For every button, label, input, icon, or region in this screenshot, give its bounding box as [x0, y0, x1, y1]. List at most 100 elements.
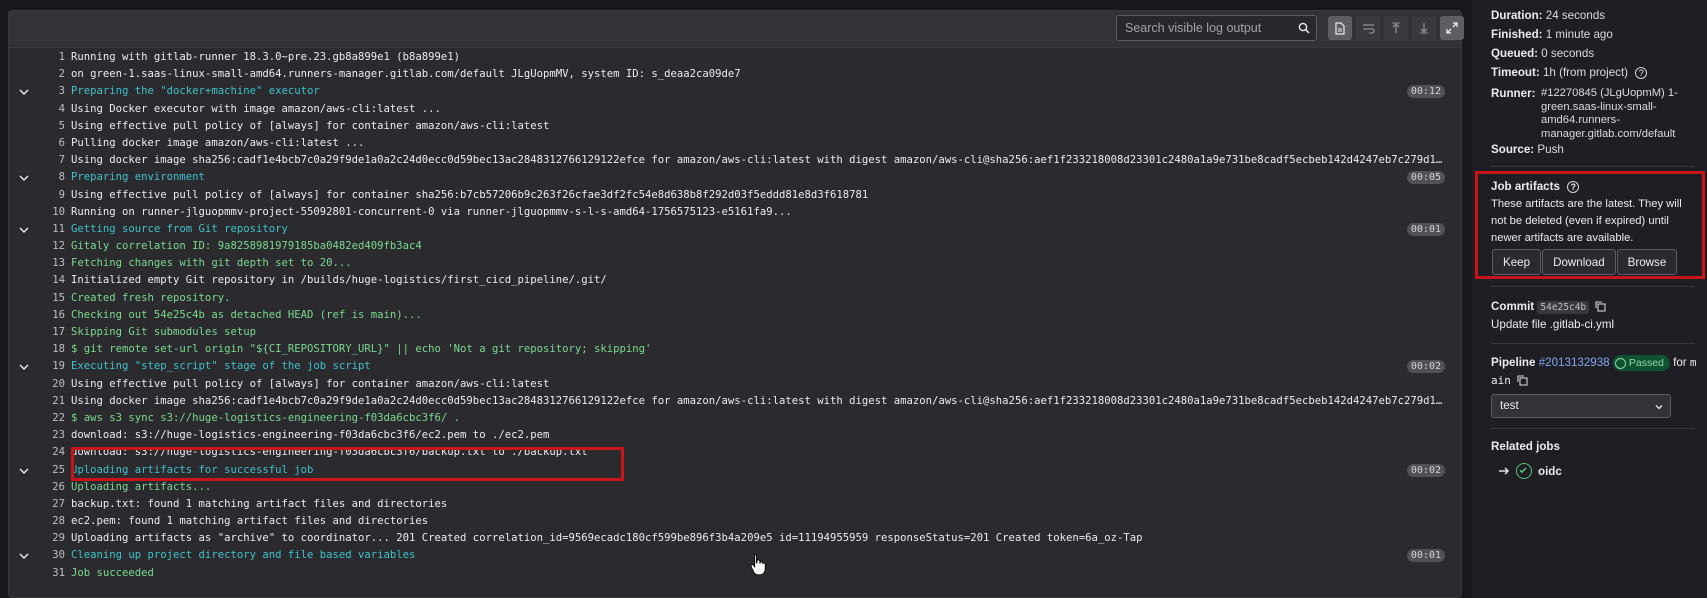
chevron-down-icon[interactable] [18, 173, 30, 183]
log-search-box[interactable] [1116, 15, 1306, 41]
runner-value: #12270845 (JLgUopmM) 1-green.saas-linux-… [1541, 87, 1678, 140]
log-line: 2 on green-1.saas-linux-small-amd64.runn… [9, 66, 1461, 83]
line-number[interactable]: 13 [31, 255, 65, 272]
line-number[interactable]: 19 [31, 358, 65, 375]
line-number[interactable]: 18 [31, 341, 65, 358]
line-number[interactable]: 12 [31, 238, 65, 255]
show-complete-raw-button[interactable] [1328, 16, 1352, 40]
wrap-lines-button[interactable] [1356, 16, 1380, 40]
job-artifacts-section: Job artifacts ? These artifacts are the … [1475, 171, 1705, 279]
line-number[interactable]: 1 [31, 49, 65, 66]
chevron-down-icon[interactable] [18, 87, 30, 97]
scroll-to-top-button[interactable] [1384, 16, 1408, 40]
status-badge[interactable]: Passed [1612, 355, 1670, 371]
fullscreen-button[interactable] [1440, 16, 1464, 40]
line-number[interactable]: 29 [31, 530, 65, 547]
check-circle-icon [1614, 357, 1626, 369]
line-number[interactable]: 31 [31, 565, 65, 582]
related-job-item[interactable]: oidc [1498, 463, 1562, 479]
log-line: 17 Skipping Git submodules setup [9, 324, 1461, 341]
pipeline-link[interactable]: #2013132938 [1539, 356, 1610, 369]
line-number[interactable]: 14 [31, 272, 65, 289]
arrow-right-icon [1499, 467, 1509, 475]
log-section-header[interactable]: 19 Executing "step_script" stage of the j… [9, 358, 1461, 375]
line-number[interactable]: 2 [31, 66, 65, 83]
line-number[interactable]: 25 [31, 462, 65, 479]
copy-icon[interactable] [1517, 375, 1528, 386]
chevron-down-icon[interactable] [18, 466, 30, 476]
line-number[interactable]: 11 [31, 221, 65, 238]
job-log-panel: 1 Running with gitlab-runner 18.3.0~pre.2… [8, 10, 1464, 598]
line-number[interactable]: 27 [31, 496, 65, 513]
line-number[interactable]: 3 [31, 83, 65, 100]
line-number[interactable]: 8 [31, 169, 65, 186]
line-number[interactable]: 22 [31, 410, 65, 427]
line-number[interactable]: 6 [31, 135, 65, 152]
log-line-text: Preparing environment [71, 171, 205, 184]
line-number[interactable]: 17 [31, 324, 65, 341]
log-line-text: Created fresh repository. [71, 291, 231, 304]
timeout-help-icon[interactable]: ? [1635, 66, 1648, 79]
related-job-name[interactable]: oidc [1538, 465, 1562, 478]
line-number[interactable]: 7 [31, 152, 65, 169]
log-line-text: download: s3://huge-logistics-engineerin… [71, 429, 550, 442]
runner-label-row: Runner: [1491, 86, 1535, 102]
log-line-text: Using Docker executor with image amazon/… [71, 102, 441, 115]
log-line: 28 ec2.pem: found 1 matching artifact fil… [9, 513, 1461, 530]
log-line-text: backup.txt: found 1 matching artifact fi… [71, 497, 448, 510]
browse-button[interactable]: Browse [1616, 249, 1678, 275]
duration-row: Duration: 24 seconds [1491, 8, 1605, 24]
log-line: 16 Checking out 54e25c4b as detached HEAD… [9, 307, 1461, 324]
line-number[interactable]: 28 [31, 513, 65, 530]
download-button[interactable]: Download [1542, 249, 1616, 275]
log-section-header[interactable]: 30 Cleaning up project directory and file… [9, 547, 1461, 564]
timeout-value: 1h (from project) [1542, 66, 1629, 79]
timeout-row: Timeout: 1h (from project) ? [1491, 65, 1648, 81]
log-section-header[interactable]: 25 Uploading artifacts for successful job… [9, 462, 1461, 479]
log-line: 29 Uploading artifacts as "archive" to co… [9, 530, 1461, 547]
finished-label: Finished: [1491, 28, 1543, 41]
log-line: 12 Gitaly correlation ID: 9a8258981979185… [9, 238, 1461, 255]
line-number[interactable]: 30 [31, 547, 65, 564]
branch-name-start[interactable]: m [1690, 356, 1697, 369]
log-line-text: Uploading artifacts... [71, 480, 212, 493]
finished-value: 1 minute ago [1545, 28, 1613, 41]
search-button[interactable] [1291, 15, 1317, 41]
section-duration-badge: 00:01 [1406, 549, 1445, 563]
copy-icon[interactable] [1595, 301, 1606, 312]
line-number[interactable]: 21 [31, 393, 65, 410]
line-number[interactable]: 10 [31, 204, 65, 221]
branch-name-end[interactable]: ain [1491, 374, 1511, 387]
artifacts-help-icon[interactable]: ? [1567, 180, 1580, 193]
line-number[interactable]: 5 [31, 118, 65, 135]
log-line: 27 backup.txt: found 1 matching artifact … [9, 496, 1461, 513]
line-number[interactable]: 20 [31, 376, 65, 393]
chevron-down-icon[interactable] [18, 362, 30, 372]
log-line: 4 Using Docker executor with image amazon… [9, 101, 1461, 118]
chevron-down-icon[interactable] [18, 551, 30, 561]
mouse-pointer-icon [750, 554, 766, 575]
line-number[interactable]: 24 [31, 444, 65, 461]
commit-sha[interactable]: 54e25c4b [1537, 301, 1590, 314]
log-search-input[interactable] [1125, 16, 1305, 40]
line-number[interactable]: 4 [31, 101, 65, 118]
queued-label: Queued: [1491, 47, 1539, 60]
line-number[interactable]: 9 [31, 187, 65, 204]
log-line: 1 Running with gitlab-runner 18.3.0~pre.2… [9, 49, 1461, 66]
line-number[interactable]: 16 [31, 307, 65, 324]
line-number[interactable]: 26 [31, 479, 65, 496]
for-text: for [1673, 356, 1687, 370]
log-line: 24 download: s3://huge-logistics-engineer… [9, 444, 1461, 461]
scroll-to-bottom-button[interactable] [1412, 16, 1436, 40]
log-section-header[interactable]: 8 Preparing environment 00:05 [9, 169, 1461, 186]
log-section-header[interactable]: 3 Preparing the "docker+machine" executor… [9, 83, 1461, 100]
log-section-header[interactable]: 11 Getting source from Git repository 00:0… [9, 221, 1461, 238]
line-number[interactable]: 15 [31, 290, 65, 307]
stage-select[interactable]: test [1491, 394, 1671, 418]
section-duration-badge: 00:12 [1406, 85, 1445, 99]
log-line-text: Initialized empty Git repository in /bui… [71, 274, 607, 287]
line-number[interactable]: 23 [31, 427, 65, 444]
keep-button[interactable]: Keep [1492, 249, 1542, 275]
commit-message[interactable]: Update file .gitlab-ci.yml [1491, 317, 1614, 333]
chevron-down-icon[interactable] [18, 225, 30, 235]
